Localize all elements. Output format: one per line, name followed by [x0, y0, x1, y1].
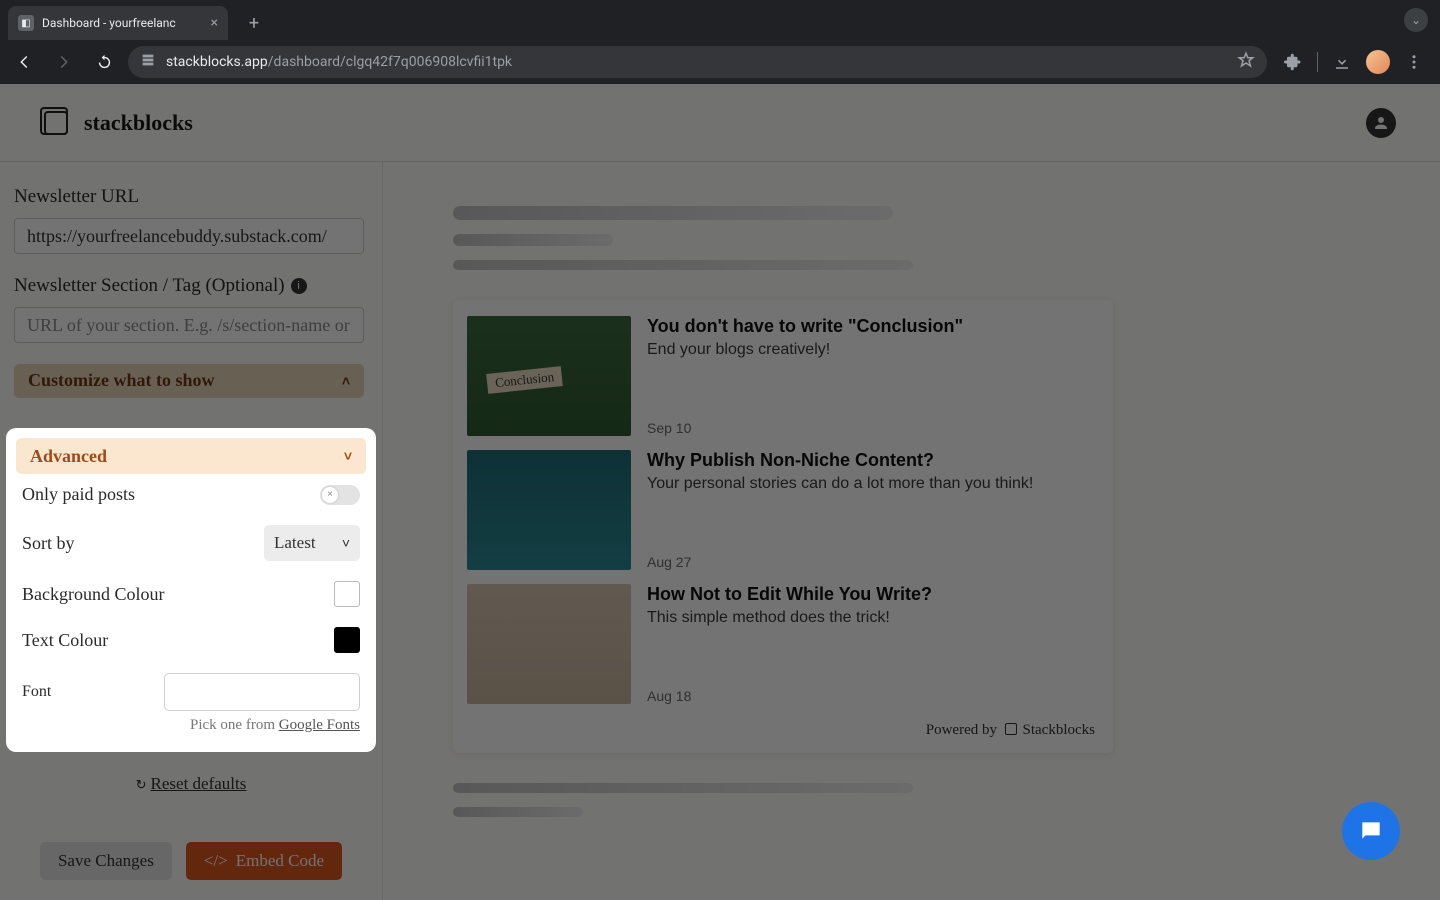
- preview-pane: You don't have to write "Conclusion" End…: [383, 162, 1440, 900]
- url-path: /dashboard/clgq42f7q006908lcvfii1tpk: [268, 54, 512, 70]
- font-label: Font: [22, 683, 51, 701]
- stackblocks-icon: [1005, 723, 1017, 735]
- advanced-panel: Advanced ˅ Only paid posts × Sort by Lat…: [6, 428, 376, 752]
- post-date: Aug 27: [647, 554, 1033, 570]
- post-row[interactable]: Why Publish Non-Niche Content? Your pers…: [467, 450, 1099, 584]
- menu-icon[interactable]: [1402, 50, 1426, 74]
- info-icon[interactable]: i: [291, 278, 307, 294]
- post-title: Why Publish Non-Niche Content?: [647, 450, 1033, 471]
- embed-preview-card: You don't have to write "Conclusion" End…: [453, 300, 1113, 753]
- tab-title: Dashboard - yourfreelanc: [42, 16, 176, 30]
- toolbar-divider: [1317, 52, 1318, 72]
- post-thumbnail: [467, 316, 631, 436]
- sort-by-select[interactable]: Latest ˅: [264, 525, 360, 561]
- skeleton-line: [453, 783, 913, 793]
- post-thumbnail: [467, 450, 631, 570]
- chevron-up-icon: ˄: [342, 373, 350, 389]
- settings-sidebar: Newsletter URL Newsletter Section / Tag …: [0, 162, 383, 900]
- app-page: stackblocks Newsletter URL Newsletter Se…: [0, 84, 1440, 900]
- brand-name: stackblocks: [84, 110, 193, 136]
- text-colour-label: Text Colour: [22, 630, 108, 651]
- post-title: How Not to Edit While You Write?: [647, 584, 932, 605]
- reload-button[interactable]: [88, 46, 120, 78]
- chat-widget-button[interactable]: [1342, 802, 1400, 860]
- section-label: Newsletter Section / Tag (Optional) i: [14, 275, 368, 297]
- code-icon: </>: [204, 851, 228, 871]
- chevron-down-icon: ˅: [344, 448, 352, 464]
- post-date: Aug 18: [647, 688, 932, 704]
- reset-defaults-link[interactable]: Reset defaults: [151, 774, 247, 793]
- embed-code-button[interactable]: </> Embed Code: [186, 842, 342, 880]
- post-subtitle: This simple method does the trick!: [647, 609, 932, 627]
- post-row[interactable]: You don't have to write "Conclusion" End…: [467, 314, 1099, 450]
- back-button[interactable]: [8, 46, 40, 78]
- chevron-down-icon: ˅: [342, 535, 350, 551]
- newsletter-url-label: Newsletter URL: [14, 186, 368, 208]
- font-input[interactable]: [164, 673, 360, 711]
- sort-by-label: Sort by: [22, 533, 75, 554]
- bg-colour-label: Background Colour: [22, 584, 164, 605]
- forward-button[interactable]: [48, 46, 80, 78]
- tab-favicon: ◧: [18, 15, 34, 31]
- browser-chrome: ◧ Dashboard - yourfreelanc × + ⌄ stackbl…: [0, 0, 1440, 84]
- only-paid-label: Only paid posts: [22, 484, 135, 505]
- bookmark-icon[interactable]: [1237, 51, 1255, 73]
- skeleton-line: [453, 807, 583, 817]
- powered-by: Powered by Stackblocks: [467, 718, 1099, 739]
- post-subtitle: Your personal stories can do a lot more …: [647, 475, 1033, 493]
- app-header: stackblocks: [0, 84, 1440, 162]
- new-tab-button[interactable]: +: [240, 9, 268, 37]
- bg-colour-swatch[interactable]: [334, 581, 360, 607]
- section-input[interactable]: [14, 307, 364, 343]
- text-colour-swatch[interactable]: [334, 627, 360, 653]
- post-title: You don't have to write "Conclusion": [647, 316, 963, 337]
- font-hint: Pick one from Google Fonts: [16, 717, 366, 734]
- post-row[interactable]: How Not to Edit While You Write? This si…: [467, 584, 1099, 718]
- post-date: Sep 10: [647, 420, 963, 436]
- skeleton-line: [453, 234, 613, 246]
- skeleton-line: [453, 206, 893, 220]
- account-avatar[interactable]: [1366, 108, 1396, 138]
- brand-logo-icon: [44, 111, 68, 135]
- tabs-dropdown-button[interactable]: ⌄: [1404, 8, 1428, 32]
- only-paid-toggle[interactable]: ×: [320, 485, 360, 505]
- browser-toolbar: stackblocks.app/dashboard/clgq42f7q00690…: [0, 40, 1440, 84]
- skeleton-line: [453, 260, 913, 270]
- close-icon[interactable]: ×: [211, 15, 218, 31]
- post-thumbnail: [467, 584, 631, 704]
- reset-icon: ↻: [136, 777, 147, 792]
- url-host: stackblocks.app: [166, 54, 268, 70]
- customize-accordion[interactable]: Customize what to show ˄: [14, 364, 364, 398]
- site-settings-icon[interactable]: [140, 52, 156, 72]
- google-fonts-link[interactable]: Google Fonts: [279, 717, 360, 733]
- advanced-accordion[interactable]: Advanced ˅: [16, 438, 366, 474]
- tab-strip: ◧ Dashboard - yourfreelanc × + ⌄: [0, 0, 1440, 40]
- browser-tab[interactable]: ◧ Dashboard - yourfreelanc ×: [8, 6, 228, 40]
- post-subtitle: End your blogs creatively!: [647, 341, 963, 359]
- address-bar[interactable]: stackblocks.app/dashboard/clgq42f7q00690…: [128, 46, 1267, 78]
- profile-avatar[interactable]: [1366, 50, 1390, 74]
- extensions-icon[interactable]: [1281, 50, 1305, 74]
- save-button[interactable]: Save Changes: [40, 842, 172, 880]
- newsletter-url-input[interactable]: [14, 218, 364, 254]
- downloads-icon[interactable]: [1330, 50, 1354, 74]
